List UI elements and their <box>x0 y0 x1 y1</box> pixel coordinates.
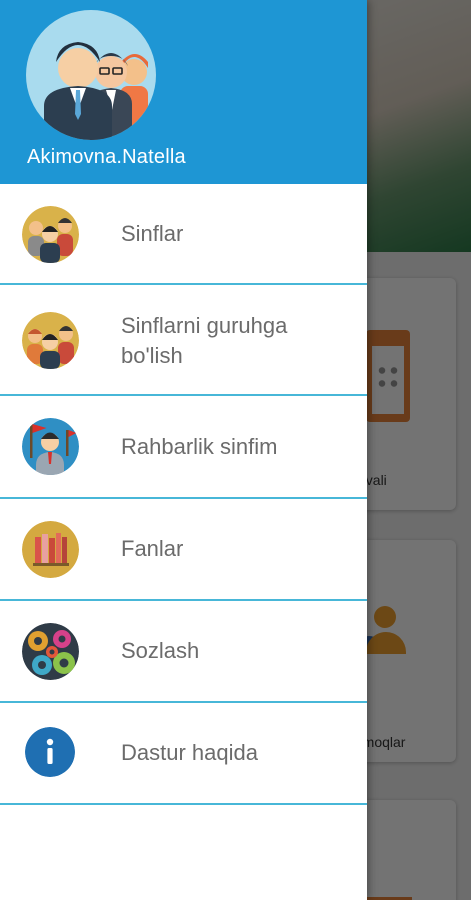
menu-item-label: Fanlar <box>121 536 184 561</box>
menu-item-sinflar[interactable]: Sinflar <box>0 184 367 285</box>
split-groups-icon <box>22 312 79 369</box>
drawer-menu: Sinflar Sinflarni guruhga bo'lish Rahbar… <box>0 184 367 805</box>
menu-item-label: Rahbarlik sinfim <box>121 434 278 459</box>
drawer-header: Akimovna.Natella <box>0 0 367 184</box>
class-group-icon <box>22 206 79 263</box>
menu-item-label: Sozlash <box>121 638 200 663</box>
navigation-drawer: Akimovna.Natella Sinflar Sinflarni guruh… <box>0 0 367 900</box>
menu-item-label: Sinflar <box>121 221 184 246</box>
menu-item-label: Sinflarni guruhga bo'lish <box>121 313 288 368</box>
leader-class-icon <box>22 418 79 475</box>
settings-gears-icon <box>22 623 79 680</box>
menu-item-rahbarlik-sinfim[interactable]: Rahbarlik sinfim <box>0 396 367 499</box>
info-icon <box>25 727 75 777</box>
menu-item-sozlash[interactable]: Sozlash <box>0 601 367 703</box>
user-name: Akimovna.Natella <box>27 146 186 168</box>
avatar[interactable] <box>26 10 156 140</box>
menu-item-label: Dastur haqida <box>121 740 258 765</box>
books-icon <box>22 521 79 578</box>
menu-item-dastur-haqida[interactable]: Dastur haqida <box>0 703 367 805</box>
menu-item-fanlar[interactable]: Fanlar <box>0 499 367 601</box>
menu-item-sinflarni-guruhga-bolish[interactable]: Sinflarni guruhga bo'lish <box>0 285 367 396</box>
